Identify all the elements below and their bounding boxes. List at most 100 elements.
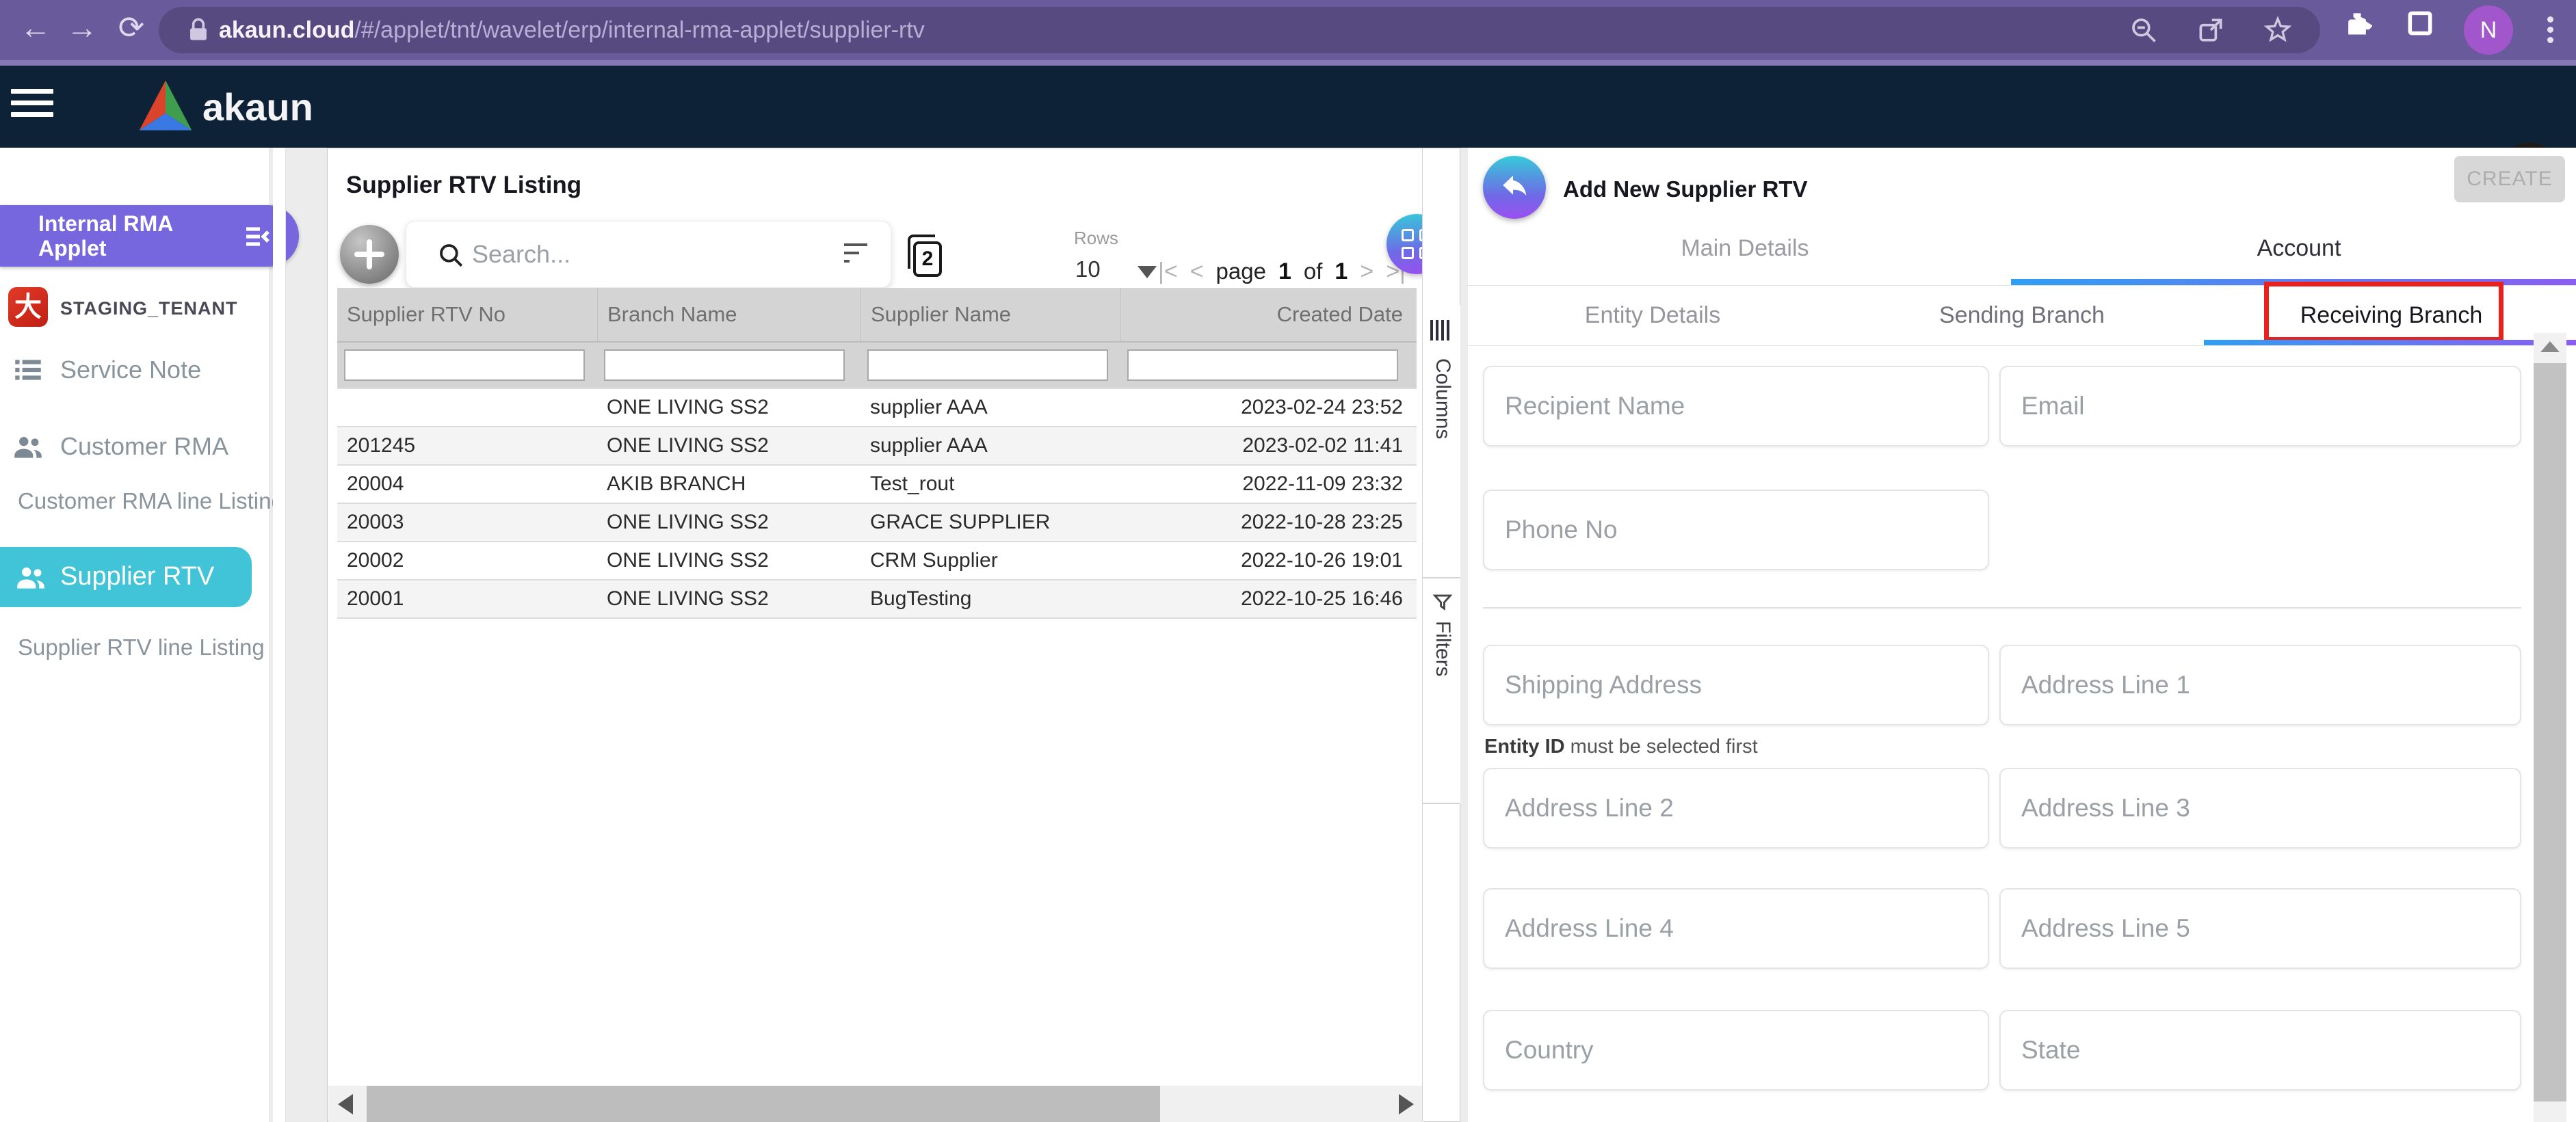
browser-back-icon[interactable]: ← (18, 10, 53, 45)
people-icon (11, 429, 45, 464)
share-icon[interactable] (2196, 15, 2226, 45)
vertical-scrollbar[interactable] (2534, 333, 2566, 1122)
browser-chrome: ← → ⟳ akaun.cloud/#/applet/tnt/wavelet/e… (0, 0, 2576, 66)
cell-supplier-rtv-no: 20004 (337, 472, 597, 496)
page-label: page (1216, 258, 1266, 284)
subtab-sending-branch[interactable]: Sending Branch (1837, 286, 2207, 345)
create-button[interactable]: CREATE (2454, 156, 2565, 202)
table-row[interactable]: ONE LIVING SS2 supplier AAA 2023-02-24 2… (337, 388, 1417, 426)
tab-account[interactable]: Account (2022, 212, 2576, 284)
cell-supplier-rtv-no: 20001 (337, 587, 597, 611)
side-panel-icon[interactable] (2405, 8, 2435, 38)
cell-branch-name: ONE LIVING SS2 (597, 587, 860, 611)
table-row[interactable]: 20001 ONE LIVING SS2 BugTesting 2022-10-… (337, 579, 1417, 617)
cell-supplier-name: supplier AAA (860, 434, 1120, 457)
shipping-address-field[interactable] (1483, 645, 1989, 725)
state-field[interactable] (1999, 1010, 2521, 1091)
next-page-button[interactable]: > (1360, 258, 1374, 285)
rows-per-page-label: Rows (1074, 228, 1118, 249)
subtab-receiving-branch[interactable]: Receiving Branch (2207, 286, 2576, 345)
column-header[interactable]: Supplier Name (860, 288, 1120, 341)
sidebar-tenant[interactable]: 大 STAGING_TENANT (0, 287, 270, 335)
cell-branch-name: ONE LIVING SS2 (597, 511, 860, 534)
column-header[interactable]: Created Date (1120, 288, 1417, 341)
filter-input-created-date[interactable] (1127, 349, 1398, 381)
cell-created-date: 2023-02-02 11:41 (1120, 434, 1417, 457)
sidebar-item-service-note[interactable]: Service Note (0, 347, 270, 395)
filter-input-supplier-name[interactable] (867, 349, 1108, 381)
zoom-out-icon[interactable] (2129, 15, 2159, 45)
supplier-rtv-listing-panel: Supplier RTV Listing 2 Rows 10 |< < pag (327, 148, 1460, 1122)
sidebar-item-supplier-rtv-active[interactable]: Supplier RTV (0, 547, 252, 607)
sidebar-item-supplier-rtv-line-listing[interactable]: Supplier RTV line Listing (18, 635, 265, 660)
hamburger-menu-icon[interactable] (11, 89, 56, 124)
browser-menu-icon[interactable] (2546, 12, 2554, 53)
address-line-5-field[interactable] (1999, 888, 2521, 969)
search-filter-icon[interactable] (844, 243, 869, 268)
divider (1468, 345, 2576, 346)
sidebar-item-customer-rma[interactable]: Customer RMA (0, 424, 270, 472)
filter-input-branch-name[interactable] (604, 349, 845, 381)
first-page-button[interactable]: |< (1158, 258, 1178, 285)
table-row[interactable]: 20002 ONE LIVING SS2 CRM Supplier 2022-1… (337, 541, 1417, 579)
chevron-down-icon[interactable] (1138, 266, 1157, 278)
rows-per-page-select[interactable]: 10 (1075, 256, 1101, 282)
search-input[interactable] (472, 234, 800, 275)
table-row[interactable]: 20003 ONE LIVING SS2 GRACE SUPPLIER 2022… (337, 503, 1417, 541)
scrollbar-thumb[interactable] (367, 1086, 1160, 1122)
scroll-left-icon[interactable] (338, 1094, 353, 1114)
table-row[interactable]: 20004 AKIB BRANCH Test_rout 2022-11-09 2… (337, 464, 1417, 503)
tenant-name: STAGING_TENANT (60, 298, 238, 319)
browser-profile-badge[interactable]: N (2464, 5, 2513, 55)
sidebar-item-customer-rma-line-listing[interactable]: Customer RMA line Listing (18, 488, 284, 514)
subtab-entity-details[interactable]: Entity Details (1468, 286, 1837, 345)
divider (1483, 607, 2521, 609)
browser-forward-icon[interactable]: → (64, 10, 100, 45)
phone-no-field[interactable] (1483, 490, 1989, 570)
cell-supplier-rtv-no: 201245 (337, 434, 597, 457)
prev-page-button[interactable]: < (1190, 258, 1204, 285)
back-button[interactable] (1483, 156, 1546, 219)
country-field[interactable] (1483, 1010, 1989, 1091)
filter-input-supplier-rtv-no[interactable] (344, 349, 585, 381)
email-field[interactable] (1999, 366, 2521, 446)
horizontal-scrollbar[interactable] (328, 1086, 1423, 1122)
scroll-up-icon[interactable] (2540, 341, 2560, 352)
scrollbar-thumb[interactable] (2534, 363, 2566, 1101)
cell-supplier-name: CRM Supplier (860, 549, 1120, 572)
browser-reload-icon[interactable]: ⟳ (114, 10, 149, 45)
applet-banner[interactable]: Internal RMA Applet (0, 205, 299, 267)
recipient-name-field[interactable] (1483, 366, 1989, 446)
cell-branch-name: ONE LIVING SS2 (597, 549, 860, 572)
column-header[interactable]: Supplier RTV No (337, 288, 597, 341)
address-line-3-field[interactable] (1999, 768, 2521, 849)
bookmark-star-icon[interactable] (2263, 15, 2293, 45)
brand-logo[interactable]: akaun (134, 75, 313, 138)
extensions-puzzle-icon[interactable] (2342, 8, 2372, 38)
table-bottom-border (337, 617, 1417, 619)
address-line-1-field[interactable] (1999, 645, 2521, 725)
cell-branch-name: AKIB BRANCH (597, 472, 860, 496)
page-total: 1 (1335, 258, 1348, 285)
cell-branch-name: ONE LIVING SS2 (597, 434, 860, 457)
scroll-right-icon[interactable] (1399, 1094, 1414, 1114)
address-line-4-field[interactable] (1483, 888, 1989, 969)
table-row[interactable]: 201245 ONE LIVING SS2 supplier AAA 2023-… (337, 426, 1417, 464)
back-arrow-icon (1497, 171, 1531, 202)
filters-tab-label: Filters (1431, 621, 1454, 677)
people-icon (14, 560, 48, 594)
filters-tab[interactable]: Filters (1423, 578, 1460, 804)
cell-supplier-rtv-no: 20002 (337, 549, 597, 572)
page-title: Supplier RTV Listing (346, 172, 581, 199)
address-line-2-field[interactable] (1483, 768, 1989, 849)
collapse-sidebar-icon[interactable] (241, 220, 274, 253)
entity-id-helper-text: Entity ID must be selected first (1484, 736, 1758, 758)
page-of-label: of (1304, 258, 1323, 284)
columns-tab[interactable]: Columns (1423, 305, 1460, 578)
tab-main-details[interactable]: Main Details (1468, 212, 2022, 284)
saved-views-icon[interactable]: 2 (908, 235, 945, 278)
column-header[interactable]: Branch Name (597, 288, 860, 341)
address-bar[interactable]: akaun.cloud/#/applet/tnt/wavelet/erp/int… (159, 7, 2320, 53)
akaun-triangle-icon (134, 75, 197, 138)
add-record-button[interactable] (340, 225, 399, 284)
